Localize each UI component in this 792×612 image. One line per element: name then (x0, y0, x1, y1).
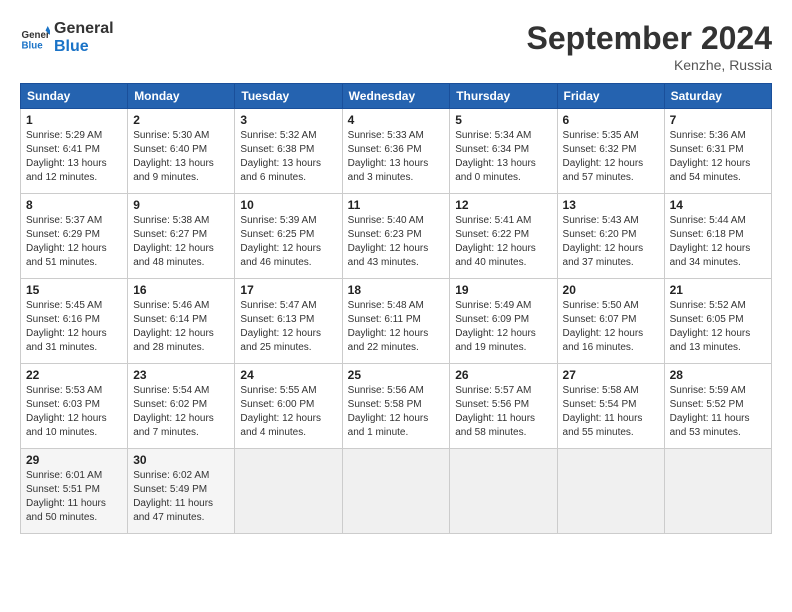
empty-cell-1 (235, 449, 342, 534)
day-4: 4 Sunrise: 5:33 AMSunset: 6:36 PMDayligh… (342, 109, 450, 194)
day-21: 21 Sunrise: 5:52 AMSunset: 6:05 PMDaylig… (664, 279, 771, 364)
week-3: 15 Sunrise: 5:45 AMSunset: 6:16 PMDaylig… (21, 279, 772, 364)
col-friday: Friday (557, 84, 664, 109)
day-5: 5 Sunrise: 5:34 AMSunset: 6:34 PMDayligh… (450, 109, 557, 194)
day-22: 22 Sunrise: 5:53 AMSunset: 6:03 PMDaylig… (21, 364, 128, 449)
col-monday: Monday (128, 84, 235, 109)
day-9: 9 Sunrise: 5:38 AMSunset: 6:27 PMDayligh… (128, 194, 235, 279)
empty-cell-4 (557, 449, 664, 534)
calendar-table: Sunday Monday Tuesday Wednesday Thursday… (20, 83, 772, 534)
location: Kenzhe, Russia (527, 57, 772, 73)
col-tuesday: Tuesday (235, 84, 342, 109)
logo: General Blue General Blue (20, 20, 114, 55)
day-10: 10 Sunrise: 5:39 AMSunset: 6:25 PMDaylig… (235, 194, 342, 279)
day-16: 16 Sunrise: 5:46 AMSunset: 6:14 PMDaylig… (128, 279, 235, 364)
month-title: September 2024 (527, 20, 772, 57)
day-13: 13 Sunrise: 5:43 AMSunset: 6:20 PMDaylig… (557, 194, 664, 279)
svg-text:Blue: Blue (22, 40, 44, 51)
day-14: 14 Sunrise: 5:44 AMSunset: 6:18 PMDaylig… (664, 194, 771, 279)
col-wednesday: Wednesday (342, 84, 450, 109)
day-19: 19 Sunrise: 5:49 AMSunset: 6:09 PMDaylig… (450, 279, 557, 364)
day-20: 20 Sunrise: 5:50 AMSunset: 6:07 PMDaylig… (557, 279, 664, 364)
col-saturday: Saturday (664, 84, 771, 109)
day-23: 23 Sunrise: 5:54 AMSunset: 6:02 PMDaylig… (128, 364, 235, 449)
day-2: 2 Sunrise: 5:30 AMSunset: 6:40 PMDayligh… (128, 109, 235, 194)
day-26: 26 Sunrise: 5:57 AMSunset: 5:56 PMDaylig… (450, 364, 557, 449)
day-30: 30 Sunrise: 6:02 AMSunset: 5:49 PMDaylig… (128, 449, 235, 534)
title-block: September 2024 Kenzhe, Russia (527, 20, 772, 73)
day-12: 12 Sunrise: 5:41 AMSunset: 6:22 PMDaylig… (450, 194, 557, 279)
day-28: 28 Sunrise: 5:59 AMSunset: 5:52 PMDaylig… (664, 364, 771, 449)
col-sunday: Sunday (21, 84, 128, 109)
day-25: 25 Sunrise: 5:56 AMSunset: 5:58 PMDaylig… (342, 364, 450, 449)
day-6: 6 Sunrise: 5:35 AMSunset: 6:32 PMDayligh… (557, 109, 664, 194)
week-4: 22 Sunrise: 5:53 AMSunset: 6:03 PMDaylig… (21, 364, 772, 449)
day-27: 27 Sunrise: 5:58 AMSunset: 5:54 PMDaylig… (557, 364, 664, 449)
day-18: 18 Sunrise: 5:48 AMSunset: 6:11 PMDaylig… (342, 279, 450, 364)
page-header: General Blue General Blue September 2024… (20, 20, 772, 73)
logo-icon: General Blue (20, 23, 50, 53)
empty-cell-5 (664, 449, 771, 534)
week-5: 29 Sunrise: 6:01 AMSunset: 5:51 PMDaylig… (21, 449, 772, 534)
day-8: 8 Sunrise: 5:37 AMSunset: 6:29 PMDayligh… (21, 194, 128, 279)
empty-cell-2 (342, 449, 450, 534)
day-7: 7 Sunrise: 5:36 AMSunset: 6:31 PMDayligh… (664, 109, 771, 194)
calendar-header-row: Sunday Monday Tuesday Wednesday Thursday… (21, 84, 772, 109)
logo-text-blue: Blue (54, 38, 89, 55)
week-1: 1 Sunrise: 5:29 AMSunset: 6:41 PMDayligh… (21, 109, 772, 194)
day-11: 11 Sunrise: 5:40 AMSunset: 6:23 PMDaylig… (342, 194, 450, 279)
day-29: 29 Sunrise: 6:01 AMSunset: 5:51 PMDaylig… (21, 449, 128, 534)
logo-text-general: General (54, 20, 114, 37)
day-17: 17 Sunrise: 5:47 AMSunset: 6:13 PMDaylig… (235, 279, 342, 364)
svg-text:General: General (22, 30, 51, 41)
col-thursday: Thursday (450, 84, 557, 109)
empty-cell-3 (450, 449, 557, 534)
day-1: 1 Sunrise: 5:29 AMSunset: 6:41 PMDayligh… (21, 109, 128, 194)
week-2: 8 Sunrise: 5:37 AMSunset: 6:29 PMDayligh… (21, 194, 772, 279)
day-3: 3 Sunrise: 5:32 AMSunset: 6:38 PMDayligh… (235, 109, 342, 194)
day-24: 24 Sunrise: 5:55 AMSunset: 6:00 PMDaylig… (235, 364, 342, 449)
day-15: 15 Sunrise: 5:45 AMSunset: 6:16 PMDaylig… (21, 279, 128, 364)
